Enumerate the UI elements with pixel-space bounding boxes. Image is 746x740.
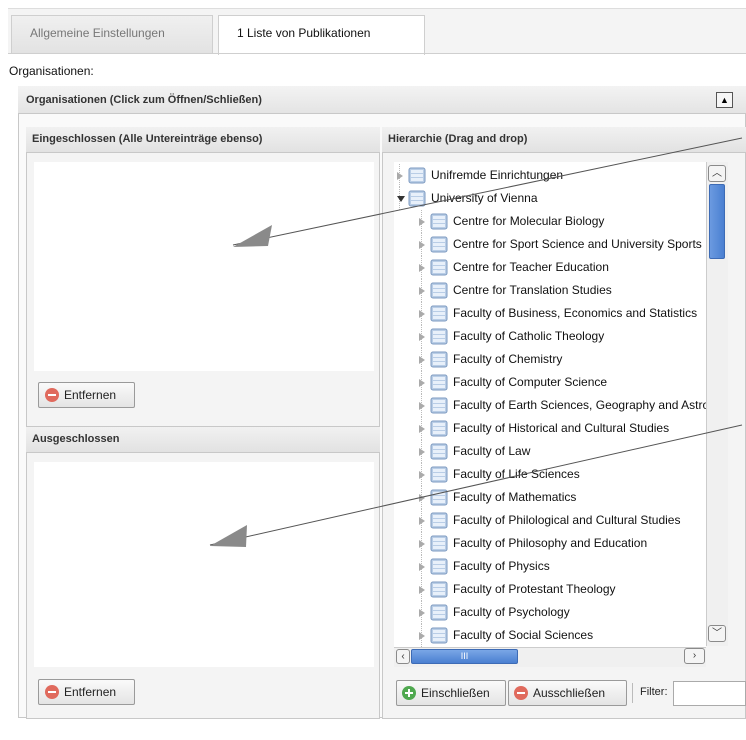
- annotation-arrow-exclude: [209, 424, 743, 546]
- annotation-arrowhead-exclude: [210, 525, 247, 547]
- annotation-arrowhead-include: [233, 225, 272, 247]
- annotation-overlay: [209, 137, 743, 547]
- annotation-arrow-include: [232, 137, 743, 246]
